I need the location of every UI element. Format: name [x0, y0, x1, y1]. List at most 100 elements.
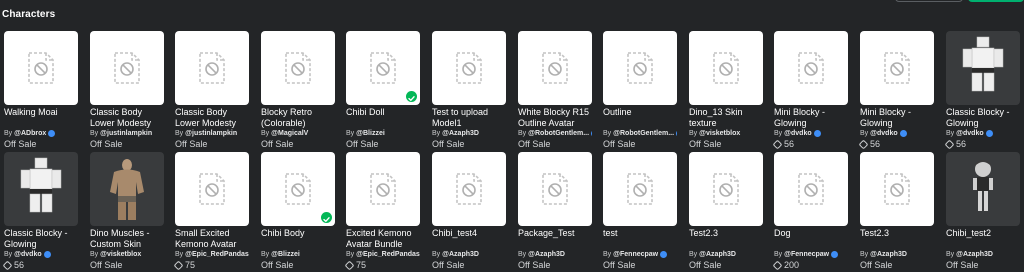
- item-creator[interactable]: By @RobotGentlem...: [603, 129, 677, 138]
- item-thumbnail[interactable]: [261, 152, 335, 226]
- item-creator[interactable]: By @Azaph3D: [946, 250, 1020, 259]
- item-name[interactable]: Chibi_test2: [946, 228, 1020, 250]
- catalog-item-card[interactable]: Dino Muscles - Custom Skin By @visketblox O…: [90, 152, 164, 271]
- item-thumbnail[interactable]: [175, 31, 249, 105]
- item-thumbnail[interactable]: [689, 31, 763, 105]
- creator-name[interactable]: @Fennecpaw: [613, 250, 658, 259]
- item-name[interactable]: Classic Blocky - Glowing: [946, 107, 1020, 129]
- item-creator[interactable]: By @Blizzei: [346, 129, 420, 138]
- item-creator[interactable]: By @dvdko: [4, 250, 78, 259]
- item-thumbnail[interactable]: [603, 152, 677, 226]
- creator-name[interactable]: @Azaph3D: [442, 250, 479, 259]
- item-name[interactable]: Mini Blocky - Glowing: [774, 107, 848, 129]
- item-thumbnail[interactable]: [860, 31, 934, 105]
- catalog-item-card[interactable]: Classic Body Lower Modesty By @justinlampk…: [90, 31, 164, 150]
- catalog-item-card[interactable]: Chibi_test4 By @Azaph3D Off Sale: [432, 152, 506, 271]
- catalog-item-card[interactable]: Walking Moai By @ADbrox Off Sale: [4, 31, 78, 150]
- item-thumbnail[interactable]: [346, 31, 420, 105]
- catalog-item-card[interactable]: Classic Body Lower Modesty By @justinlampk…: [175, 31, 249, 150]
- item-name[interactable]: Package_Test: [518, 228, 592, 250]
- item-name[interactable]: White Blocky R15 Outline Avatar: [518, 107, 592, 129]
- creator-name[interactable]: @Azaph3D: [956, 250, 993, 259]
- catalog-item-card[interactable]: Test to upload Model1 By @Azaph3D Off Sale: [432, 31, 506, 150]
- catalog-item-card[interactable]: Chibi Body By @Blizzei Off Sale: [261, 152, 335, 271]
- item-name[interactable]: Outline: [603, 107, 677, 129]
- catalog-item-card[interactable]: Mini Blocky - Glowing By @dvdko 56: [858, 31, 934, 150]
- creator-name[interactable]: @Fennecpaw: [784, 250, 829, 259]
- item-name[interactable]: Small Excited Kemono Avatar: [175, 228, 249, 250]
- item-name[interactable]: Test2.3: [860, 228, 934, 250]
- item-name[interactable]: Dino_13 Skin texture: [689, 107, 763, 129]
- item-thumbnail[interactable]: [175, 152, 249, 226]
- item-name[interactable]: Test2.3: [689, 228, 763, 250]
- item-creator[interactable]: By @Azaph3D: [432, 250, 506, 259]
- item-thumbnail[interactable]: [774, 31, 848, 105]
- item-name[interactable]: Dog: [774, 228, 848, 250]
- item-name[interactable]: Chibi Doll: [346, 107, 420, 129]
- creator-name[interactable]: @Blizzei: [271, 250, 300, 259]
- item-thumbnail[interactable]: [4, 31, 78, 105]
- catalog-item-card[interactable]: Dog By @Fennecpaw 200: [772, 152, 848, 271]
- item-creator[interactable]: By @Fennecpaw: [774, 250, 848, 259]
- creator-name[interactable]: @RobotGentlem...: [528, 129, 589, 138]
- creator-name[interactable]: @visketblox: [100, 250, 141, 259]
- item-thumbnail[interactable]: [518, 31, 592, 105]
- item-thumbnail[interactable]: [4, 152, 78, 226]
- item-creator[interactable]: By @Azaph3D: [860, 250, 934, 259]
- item-thumbnail[interactable]: [603, 31, 677, 105]
- item-name[interactable]: Mini Blocky - Glowing: [860, 107, 934, 129]
- item-creator[interactable]: By @Azaph3D: [689, 250, 763, 259]
- item-name[interactable]: Walking Moai: [4, 107, 78, 129]
- catalog-item-card[interactable]: Blocky Retro (Colorable) By @MagicalV Off S…: [261, 31, 335, 150]
- item-name[interactable]: Chibi Body: [261, 228, 335, 250]
- creator-name[interactable]: @Azaph3D: [442, 129, 479, 138]
- creator-name[interactable]: @Azaph3D: [870, 250, 907, 259]
- item-creator[interactable]: By @dvdko: [946, 129, 1020, 138]
- catalog-item-card[interactable]: Classic Blocky - Glowing By @dvdko 56: [2, 152, 78, 271]
- creator-name[interactable]: @Azaph3D: [699, 250, 736, 259]
- top-dropdown[interactable]: [895, 0, 963, 2]
- item-creator[interactable]: By @Fennecpaw: [603, 250, 677, 259]
- creator-name[interactable]: @visketblox: [699, 129, 740, 138]
- item-creator[interactable]: By @visketblox: [689, 129, 763, 138]
- item-name[interactable]: test: [603, 228, 677, 250]
- creator-name[interactable]: @MagicalV: [271, 129, 308, 138]
- creator-name[interactable]: @Epic_RedPandas: [185, 250, 249, 259]
- catalog-item-card[interactable]: Chibi Doll By @Blizzei Off Sale: [346, 31, 420, 150]
- creator-name[interactable]: @dvdko: [784, 129, 811, 138]
- item-creator[interactable]: By @Epic_RedPandas: [346, 250, 420, 259]
- item-creator[interactable]: By @ADbrox: [4, 129, 78, 138]
- item-thumbnail[interactable]: [432, 152, 506, 226]
- item-name[interactable]: Classic Blocky - Glowing: [4, 228, 78, 250]
- catalog-item-card[interactable]: Small Excited Kemono Avatar By @Epic_RedPa…: [173, 152, 249, 271]
- catalog-item-card[interactable]: Package_Test By @Azaph3D Off Sale: [518, 152, 592, 271]
- item-thumbnail[interactable]: [946, 31, 1020, 105]
- creator-name[interactable]: @RobotGentlem...: [613, 129, 674, 138]
- creator-name[interactable]: @Azaph3D: [528, 250, 565, 259]
- item-creator[interactable]: By @dvdko: [774, 129, 848, 138]
- item-creator[interactable]: By @justinlampkin: [175, 129, 249, 138]
- catalog-item-card[interactable]: Chibi_test2 By @Azaph3D Off Sale: [946, 152, 1020, 271]
- top-action-button[interactable]: [968, 0, 1024, 2]
- item-creator[interactable]: By @Azaph3D: [432, 129, 506, 138]
- item-name[interactable]: Chibi_test4: [432, 228, 506, 250]
- item-thumbnail[interactable]: [90, 31, 164, 105]
- catalog-item-card[interactable]: Test2.3 By @Azaph3D Off Sale: [689, 152, 763, 271]
- creator-name[interactable]: @dvdko: [870, 129, 897, 138]
- item-creator[interactable]: By @Azaph3D: [518, 250, 592, 259]
- item-thumbnail[interactable]: [432, 31, 506, 105]
- catalog-item-card[interactable]: Dino_13 Skin texture By @visketblox Off Sal…: [689, 31, 763, 150]
- catalog-item-card[interactable]: Test2.3 By @Azaph3D Off Sale: [860, 152, 934, 271]
- item-creator[interactable]: By @visketblox: [90, 250, 164, 259]
- creator-name[interactable]: @justinlampkin: [185, 129, 237, 138]
- catalog-item-card[interactable]: Mini Blocky - Glowing By @dvdko 56: [772, 31, 848, 150]
- creator-name[interactable]: @justinlampkin: [100, 129, 152, 138]
- creator-name[interactable]: @Blizzei: [356, 129, 385, 138]
- item-creator[interactable]: By @MagicalV: [261, 129, 335, 138]
- item-creator[interactable]: By @RobotGentlem...: [518, 129, 592, 138]
- item-thumbnail[interactable]: [90, 152, 164, 226]
- item-creator[interactable]: By @Epic_RedPandas: [175, 250, 249, 259]
- creator-name[interactable]: @dvdko: [956, 129, 983, 138]
- item-thumbnail[interactable]: [689, 152, 763, 226]
- item-name[interactable]: Classic Body Lower Modesty: [90, 107, 164, 129]
